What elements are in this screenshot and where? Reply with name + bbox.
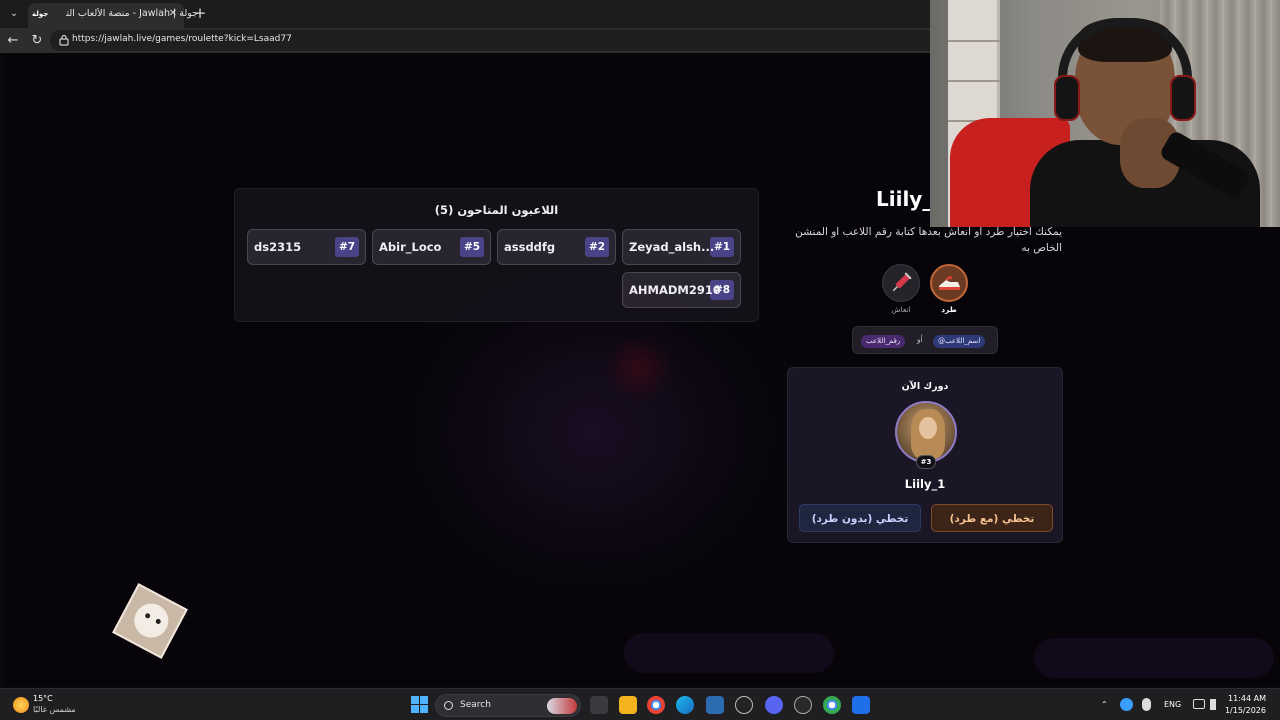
avatar bbox=[895, 401, 957, 463]
player-chip[interactable]: #2 assddfg bbox=[497, 229, 616, 265]
back-arrow-icon[interactable]: ← bbox=[4, 32, 22, 50]
player-name: assddfg bbox=[504, 240, 556, 254]
weather-temperature[interactable]: 15°C bbox=[33, 694, 53, 703]
rank-badge: #3 bbox=[916, 455, 936, 469]
clock-time: 11:44 AM bbox=[1228, 694, 1266, 703]
close-tab-icon[interactable]: ✕ bbox=[166, 7, 180, 21]
url-text[interactable]: https://jawlah.live/games/roulette?kick=… bbox=[72, 34, 292, 44]
skip-with-kick-button[interactable]: تخطي (مع طرد) bbox=[931, 504, 1053, 532]
browser-tab[interactable]: جولة جولة | Jawlah - منصة الألعاب التفاع… bbox=[28, 3, 198, 28]
turn-player-name: Liily_1 bbox=[904, 477, 946, 491]
syringe-icon bbox=[892, 272, 912, 292]
skip-without-kick-button[interactable]: تخطي (بدون طرد) bbox=[799, 504, 921, 532]
search-icon bbox=[444, 701, 453, 710]
reload-icon[interactable]: ↻ bbox=[28, 32, 46, 50]
shelf-divider bbox=[948, 80, 1000, 82]
obs-icon[interactable] bbox=[735, 696, 753, 714]
player-chip[interactable]: #5 Abir_Loco bbox=[372, 229, 491, 265]
app-launcher-icon[interactable] bbox=[852, 696, 870, 714]
site-info-icon[interactable] bbox=[58, 34, 70, 46]
revive-action-button[interactable] bbox=[882, 264, 920, 302]
kick-action-button[interactable] bbox=[930, 264, 968, 302]
tray-overflow-chevron-icon[interactable]: ⌃ bbox=[1101, 700, 1108, 709]
sneaker-kick-icon bbox=[939, 275, 960, 290]
clock-date: 1/15/2026 bbox=[1224, 706, 1266, 715]
instruction-text: يمكنك اختيار طرد أو انعاش بعدها كتابة رق… bbox=[795, 226, 1062, 254]
chrome-icon[interactable] bbox=[647, 696, 665, 714]
weather-sun-icon[interactable] bbox=[13, 697, 29, 713]
revive-action-label: انعاش bbox=[891, 305, 911, 314]
file-explorer-icon[interactable] bbox=[619, 696, 637, 714]
command-hint: @اسم_اللاعب أو رقم_اللاعب bbox=[852, 326, 998, 354]
task-view-icon[interactable] bbox=[590, 696, 608, 714]
network-icon[interactable] bbox=[1193, 699, 1205, 709]
player-chip[interactable]: #8 AHMADM2910 bbox=[622, 272, 741, 308]
weather-description[interactable]: مشمس غالبًا bbox=[33, 705, 76, 714]
webcam-overlay bbox=[930, 0, 1280, 227]
taskbar-clock[interactable]: 11:44 AM 1/15/2026 bbox=[1225, 693, 1266, 717]
background-glow-bottom bbox=[624, 633, 834, 673]
headset-earcup-right bbox=[1170, 75, 1196, 121]
store-icon[interactable] bbox=[706, 696, 724, 714]
player-name: AHMADM2910 bbox=[629, 283, 721, 297]
dog-sticker-image bbox=[112, 583, 188, 659]
player-name: Abir_Loco bbox=[379, 240, 442, 254]
player-number: #5 bbox=[460, 237, 484, 257]
player-number: #7 bbox=[335, 237, 359, 257]
your-turn-card: دورك الآن #3 Liily_1 تخطي (مع طرد) تخطي … bbox=[787, 367, 1063, 543]
background-glow-bottom-right bbox=[1034, 638, 1274, 678]
player-name: ds2315 bbox=[254, 240, 302, 254]
kick-action-label: طرد bbox=[941, 305, 957, 314]
taskbar: 15°C مشمس غالبًا Search ⌃ ENG 11:44 AM 1… bbox=[0, 688, 1280, 720]
volume-icon[interactable] bbox=[1210, 699, 1220, 710]
available-players-panel: اللاعبون المتاحون (5) #1 Zeyad_alsh... #… bbox=[234, 188, 759, 322]
player-chip[interactable]: #7 ds2315 bbox=[247, 229, 366, 265]
app-icon[interactable] bbox=[794, 696, 812, 714]
background-glow-red bbox=[604, 333, 674, 403]
edge-icon[interactable] bbox=[676, 696, 694, 714]
onedrive-icon[interactable] bbox=[1120, 698, 1133, 711]
discord-icon[interactable] bbox=[765, 696, 783, 714]
chrome-profile-icon[interactable] bbox=[823, 696, 841, 714]
headset-earcup-left bbox=[1054, 75, 1080, 121]
search-highlight-icon bbox=[547, 698, 577, 714]
avatar-face bbox=[919, 417, 937, 439]
tab-list-chevron-icon[interactable]: ⌄ bbox=[4, 5, 24, 23]
microphone-icon[interactable] bbox=[1142, 698, 1151, 711]
player-chip[interactable]: #1 Zeyad_alsh... bbox=[622, 229, 741, 265]
player-name: Zeyad_alsh... bbox=[629, 240, 715, 254]
windows-start-icon[interactable] bbox=[411, 696, 428, 713]
hint-or: أو bbox=[917, 335, 923, 344]
hint-tag-player-number: رقم_اللاعب bbox=[861, 335, 906, 348]
shelf-divider bbox=[948, 40, 1000, 42]
language-indicator[interactable]: ENG bbox=[1164, 700, 1181, 709]
player-number: #2 bbox=[585, 237, 609, 257]
new-tab-plus-icon[interactable]: + bbox=[191, 4, 209, 22]
available-players-title: اللاعبون المتاحون (5) bbox=[434, 203, 559, 217]
search-placeholder: Search bbox=[460, 700, 491, 710]
hint-tag-player-name: @اسم_اللاعب bbox=[933, 335, 986, 348]
dog-face bbox=[128, 597, 175, 644]
taskbar-search[interactable]: Search bbox=[435, 694, 581, 717]
your-turn-title: دورك الآن bbox=[901, 381, 949, 392]
jawlah-favicon: جولة bbox=[32, 10, 49, 18]
